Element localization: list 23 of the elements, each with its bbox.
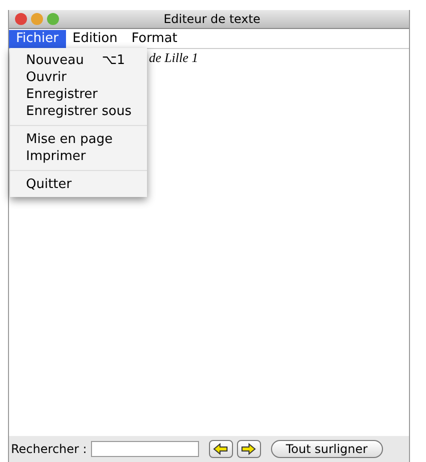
right-arrow-icon	[241, 443, 256, 455]
menu-item[interactable]: Enregistrer	[10, 86, 147, 103]
menu-title[interactable]: Fichier	[9, 30, 66, 48]
left-arrow-icon	[213, 443, 228, 455]
menu-item[interactable]: Nouveau ⌥1	[10, 52, 147, 69]
highlight-all-button[interactable]: Tout surligner	[270, 440, 383, 458]
menu-item[interactable]: Enregistrer sous	[10, 103, 147, 120]
menu-title[interactable]: Format	[124, 30, 184, 48]
window-title: Editeur de texte	[162, 12, 262, 26]
search-field[interactable]	[90, 441, 199, 457]
menu-item[interactable]: Ouvrir	[10, 69, 147, 86]
zoom-button[interactable]	[47, 13, 59, 25]
menu-item[interactable]: Mise en page	[10, 131, 147, 148]
document-text: de Lille 1	[149, 50, 198, 65]
previous-button[interactable]	[208, 440, 233, 458]
search-label: Rechercher :	[11, 442, 87, 456]
minimize-button[interactable]	[31, 13, 43, 25]
shortcut-text: ⌥1	[102, 52, 126, 69]
menu-item[interactable]: Quitter	[10, 176, 147, 193]
close-button[interactable]	[15, 13, 27, 25]
next-button[interactable]	[236, 440, 261, 458]
menu-item[interactable]: Imprimer	[10, 148, 147, 165]
menu-title[interactable]: Edition	[66, 30, 124, 48]
